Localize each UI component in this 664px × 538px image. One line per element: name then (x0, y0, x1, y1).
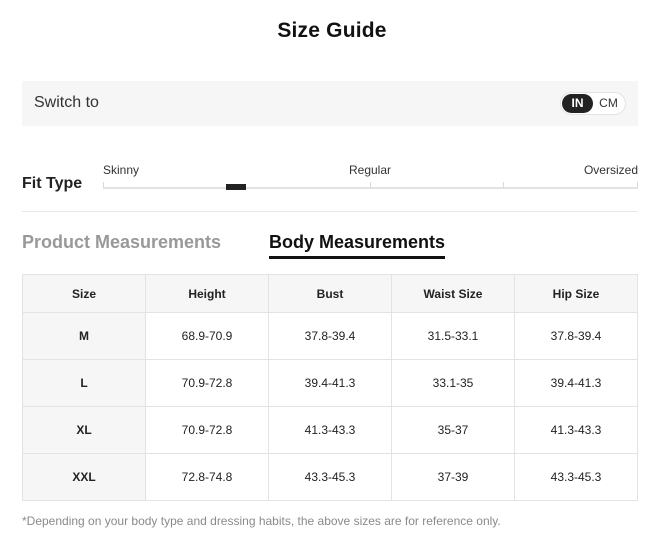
header-height: Height (145, 274, 269, 313)
fit-scale-regular: Regular (348, 163, 392, 177)
footnote: *Depending on your body type and dressin… (22, 514, 501, 528)
section-divider (22, 211, 638, 212)
page-title: Size Guide (277, 19, 387, 42)
fit-scale-marker (226, 184, 246, 190)
hip-cell: 41.3-43.3 (514, 406, 638, 454)
table-row: M 68.9-70.9 37.8-39.4 31.5-33.1 37.8-39.… (22, 312, 638, 360)
size-cell: L (22, 359, 146, 407)
unit-in-button[interactable]: IN (562, 94, 593, 113)
fit-type-scale: Skinny Regular Oversized (103, 160, 638, 195)
header-size: Size (22, 274, 146, 313)
size-cell: M (22, 312, 146, 360)
unit-switch-bar: Switch to IN CM (22, 81, 638, 126)
table-row: XL 70.9-72.8 41.3-43.3 35-37 41.3-43.3 (22, 406, 638, 454)
tab-product-measurements[interactable]: Product Measurements (22, 232, 221, 253)
unit-toggle[interactable]: IN CM (560, 92, 626, 115)
hip-cell: 37.8-39.4 (514, 312, 638, 360)
waist-cell: 37-39 (391, 453, 515, 501)
fit-scale-tick (103, 182, 104, 188)
waist-cell: 33.1-35 (391, 359, 515, 407)
height-cell: 72.8-74.8 (145, 453, 269, 501)
bust-cell: 37.8-39.4 (268, 312, 392, 360)
bust-cell: 41.3-43.3 (268, 406, 392, 454)
fit-scale-tick (503, 182, 504, 188)
fit-scale-oversized: Oversized (583, 163, 638, 177)
table-row: XXL 72.8-74.8 43.3-45.3 37-39 43.3-45.3 (22, 453, 638, 501)
bust-cell: 39.4-41.3 (268, 359, 392, 407)
fit-scale-skinny: Skinny (103, 163, 140, 177)
waist-cell: 31.5-33.1 (391, 312, 515, 360)
table-header-row: Size Height Bust Waist Size Hip Size (22, 274, 638, 313)
header-waist-size: Waist Size (391, 274, 515, 313)
header-hip-size: Hip Size (514, 274, 638, 313)
header-bust: Bust (268, 274, 392, 313)
height-cell: 70.9-72.8 (145, 359, 269, 407)
waist-cell: 35-37 (391, 406, 515, 454)
tab-body-measurements[interactable]: Body Measurements (269, 232, 446, 259)
hip-cell: 39.4-41.3 (514, 359, 638, 407)
switch-label: Switch to (34, 94, 99, 111)
hip-cell: 43.3-45.3 (514, 453, 638, 501)
fit-scale-tick (370, 182, 371, 188)
size-cell: XL (22, 406, 146, 454)
table-row: L 70.9-72.8 39.4-41.3 33.1-35 39.4-41.3 (22, 359, 638, 407)
size-cell: XXL (22, 453, 146, 501)
bust-cell: 43.3-45.3 (268, 453, 392, 501)
size-table: Size Height Bust Waist Size Hip Size M 6… (22, 274, 638, 501)
height-cell: 70.9-72.8 (145, 406, 269, 454)
unit-cm-button[interactable]: CM (593, 94, 624, 113)
fit-type-label: Fit Type (22, 175, 83, 192)
height-cell: 68.9-70.9 (145, 312, 269, 360)
fit-scale-tick (637, 182, 638, 188)
